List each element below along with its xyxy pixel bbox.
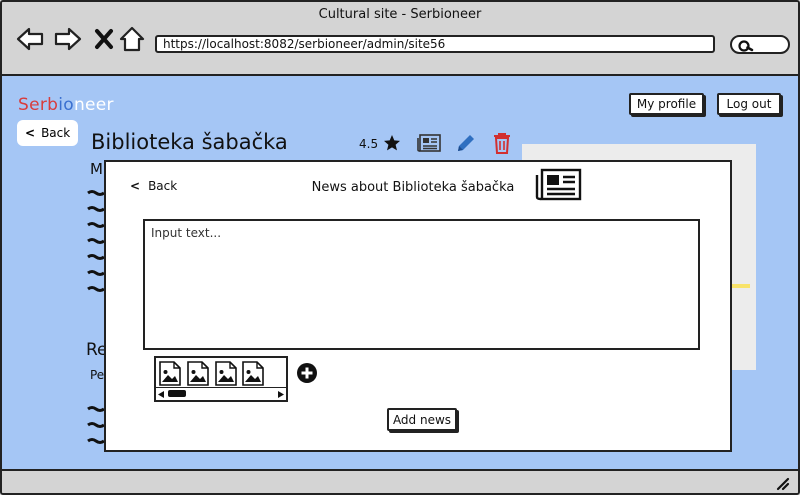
site-back-label: Back — [41, 126, 71, 140]
browser-window: Cultural site - Serbioneer https://local… — [0, 0, 800, 495]
site-description-peek: M — [90, 160, 103, 178]
reviews-text-peek: Pe — [90, 368, 105, 382]
browser-titlebar: Cultural site - Serbioneer https://local… — [2, 2, 798, 76]
image-file-icon[interactable] — [187, 361, 209, 386]
window-title: Cultural site - Serbioneer — [318, 7, 482, 22]
brand-part-3: neer — [73, 95, 114, 115]
arrow-right-icon[interactable] — [54, 26, 82, 52]
add-news-button[interactable]: Add news — [387, 408, 457, 431]
star-icon[interactable] — [383, 134, 401, 152]
site-rating: 4.5 — [359, 137, 379, 151]
browser-statusbar — [2, 469, 798, 493]
gallery-scrollbar[interactable] — [156, 387, 286, 400]
delete-icon[interactable] — [492, 132, 512, 154]
news-icon[interactable] — [417, 133, 442, 153]
address-bar[interactable]: https://localhost:8082/serbioneer/admin/… — [155, 35, 715, 53]
brand-part-2: io — [58, 95, 74, 115]
brand-part-1: Serb — [18, 95, 59, 115]
search-icon — [738, 40, 754, 52]
add-news-modal: < Back News about Biblioteka šabačka Inpu… — [104, 160, 732, 452]
image-gallery[interactable] — [154, 356, 288, 402]
my-profile-button[interactable]: My profile — [629, 93, 704, 115]
newspaper-icon — [535, 168, 582, 201]
scrollbar-thumb[interactable] — [168, 390, 186, 397]
image-file-icon[interactable] — [159, 361, 181, 386]
close-icon[interactable] — [90, 26, 118, 52]
add-image-icon[interactable] — [296, 362, 318, 384]
edit-pencil-icon[interactable] — [455, 132, 477, 154]
arrow-left-icon[interactable] — [16, 26, 44, 52]
browser-search-field[interactable] — [730, 35, 790, 54]
news-text-input[interactable]: Input text... — [143, 219, 700, 350]
site-back-button[interactable]: < Back — [17, 120, 78, 146]
logout-button[interactable]: Log out — [717, 93, 781, 115]
resize-grip-icon[interactable] — [776, 477, 790, 491]
scroll-left-icon[interactable] — [157, 390, 165, 399]
image-file-icon[interactable] — [215, 361, 237, 386]
site-title: Biblioteka šabačka — [91, 130, 288, 154]
image-file-icon[interactable] — [242, 361, 264, 386]
brand-logo[interactable]: Serbioneer — [18, 95, 114, 115]
home-icon[interactable] — [118, 26, 146, 52]
scroll-right-icon[interactable] — [277, 390, 285, 399]
chevron-left-icon: < — [25, 126, 36, 140]
modal-title: News about Biblioteka šabačka — [311, 180, 515, 195]
